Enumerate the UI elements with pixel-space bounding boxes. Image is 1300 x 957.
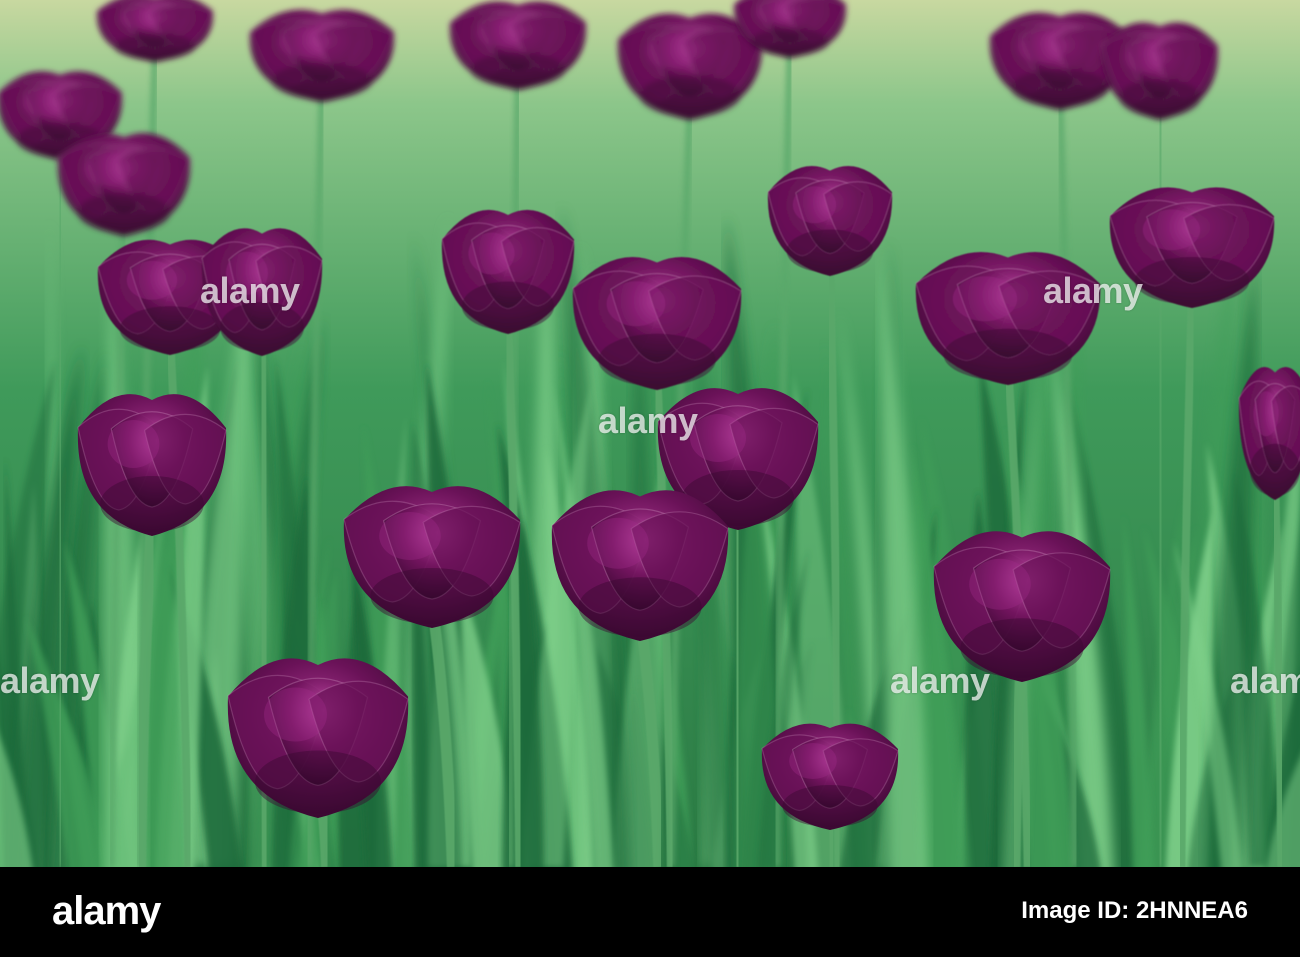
tulip-stem — [731, 505, 744, 867]
footer-bar: alamy Image ID: 2HNNEA6 — [0, 867, 1300, 957]
image-meta: Image ID: 2HNNEA6 — [1021, 897, 1248, 925]
tulip-photo — [0, 0, 1300, 867]
image-id: Image ID: 2HNNEA6 — [1021, 897, 1248, 924]
tulip-stem — [57, 144, 64, 867]
photo-canvas — [0, 0, 1300, 867]
alamy-logo: alamy — [52, 889, 161, 933]
